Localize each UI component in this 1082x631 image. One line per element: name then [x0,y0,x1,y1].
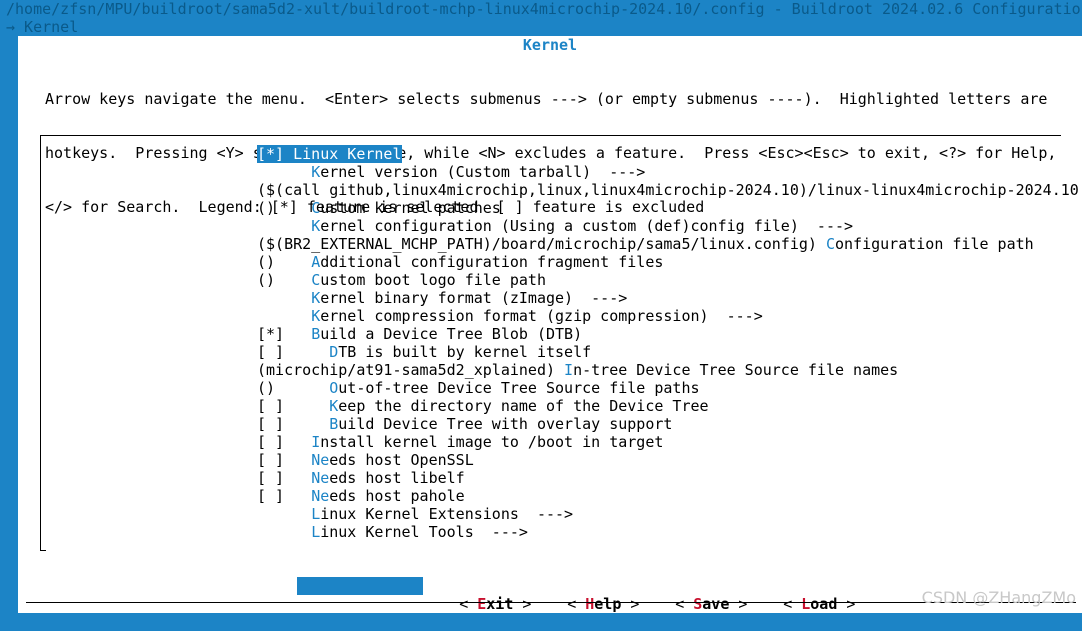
menu-item-label: ernel configuration (Using a custom (def… [320,217,853,235]
menu-item-hotkey: B [311,325,320,343]
menu-item[interactable]: Kernel version (Custom tarball) ---> [257,163,645,181]
menu-item-prefix: [ ] [257,469,311,487]
menu-item-hotkey: Ne [311,469,329,487]
menu-item-prefix [257,523,311,541]
menu-item-label: ustom kernel patches [320,199,501,217]
menu-item-hotkey: C [311,271,320,289]
menu-item[interactable]: [ ] Keep the directory name of the Devic… [257,397,709,415]
menu-item-hotkey: L [293,145,302,163]
menu-item-hotkey: K [329,397,338,415]
menu-item[interactable]: () Out-of-tree Device Tree Source file p… [257,379,700,397]
menu-item-label: onfiguration file path [835,235,1034,253]
menu-item-prefix: () [257,199,311,217]
menu-item-label: eds host pahole [329,487,464,505]
menu-item[interactable]: [ ] Needs host libelf [257,469,465,487]
menu-item-prefix [257,217,311,235]
menu-item-hotkey: K [311,163,320,181]
window-backtitle: /home/zfsn/MPU/buildroot/sama5d2-xult/bu… [6,0,1081,18]
menu-item-prefix [257,505,311,523]
menu-item-hotkey: C [826,235,835,253]
menu-item-prefix: [ ] [257,415,329,433]
menu-item[interactable]: Linux Kernel Tools ---> [257,523,528,541]
menu-item-prefix [257,163,311,181]
menu-item-label: inux Kernel [302,145,401,163]
menu-item-label: eds host libelf [329,469,464,487]
menu-item-label: uild a Device Tree Blob (DTB) [320,325,582,343]
instruction-line: Arrow keys navigate the menu. <Enter> se… [45,90,1056,108]
menu-item-prefix: [*] [257,325,311,343]
menu-item-prefix: ($(BR2_EXTERNAL_MCHP_PATH)/board/microch… [257,235,826,253]
menu-item[interactable]: Kernel configuration (Using a custom (de… [257,217,853,235]
menu-item[interactable]: [ ] Install kernel image to /boot in tar… [257,433,663,451]
menu-item-hotkey: L [311,505,320,523]
menu-list: [*] Linux Kernel Kernel version (Custom … [40,135,1061,551]
menu-item[interactable]: [*] Build a Device Tree Blob (DTB) [257,325,582,343]
menu-item-prefix: () [257,253,311,271]
menu-item-hotkey: Ne [311,451,329,469]
menu-item-prefix: (microchip/at91-sama5d2_xplained) [257,361,564,379]
menu-item-label: nstall kernel image to /boot in target [320,433,663,451]
menu-item-hotkey: C [311,199,320,217]
menu-item-hotkey: A [311,253,320,271]
menu-item-prefix [257,289,311,307]
menu-item-label: TB is built by kernel itself [338,343,591,361]
menu-item[interactable]: ($(call github,linux4microchip,linux,lin… [257,181,1079,199]
menu-item-prefix: [ ] [257,487,311,505]
menu-item-hotkey: D [329,343,338,361]
menu-item[interactable]: (microchip/at91-sama5d2_xplained) In-tre… [257,361,898,379]
dialog-title: Kernel [18,36,1082,54]
menu-item-label: n-tree Device Tree Source file names [573,361,898,379]
divider [26,602,1076,603]
menu-item-label: ernel compression format (gzip compressi… [320,307,763,325]
watermark: CSDN @ZHangZMo [922,588,1076,607]
menu-item[interactable]: [ ] Needs host pahole [257,487,465,505]
menu-item-hotkey: L [311,523,320,541]
menu-item[interactable]: () Additional configuration fragment fil… [257,253,663,271]
menu-item-prefix: ($(call github,linux4microchip,linux,lin… [257,181,1079,199]
menu-item-hotkey: K [311,289,320,307]
menu-item-label: dditional configuration fragment files [320,253,663,271]
menu-item-hotkey: K [311,217,320,235]
menu-item-hotkey: O [329,379,338,397]
menu-item[interactable]: () Custom boot logo file path [257,271,546,289]
menu-item-label: inux Kernel Extensions ---> [320,505,573,523]
menu-item[interactable]: ($(BR2_EXTERNAL_MCHP_PATH)/board/microch… [257,235,1034,253]
menu-item-label: inux Kernel Tools ---> [320,523,528,541]
menu-item-prefix: () [257,271,311,289]
menu-item[interactable]: [ ] Build Device Tree with overlay suppo… [257,415,672,433]
menu-item[interactable]: () Custom kernel patches [257,199,501,217]
menu-item-hotkey: K [311,307,320,325]
menu-item[interactable]: Kernel compression format (gzip compress… [257,307,763,325]
menu-item[interactable]: [ ] Needs host OpenSSL [257,451,474,469]
menu-item-label: ernel binary format (zImage) ---> [320,289,627,307]
menu-item-prefix: [ ] [257,343,329,361]
menu-item-hotkey: Ne [311,487,329,505]
load-button[interactable]: < Load > [729,577,855,595]
menu-item-prefix: [*] [257,145,293,163]
menu-item-prefix: [ ] [257,433,311,451]
menu-item-prefix: [ ] [257,451,311,469]
menu-item-prefix [257,307,311,325]
menu-item-prefix: () [257,379,329,397]
menu-item[interactable]: [ ] DTB is built by kernel itself [257,343,591,361]
menu-item[interactable]: Kernel binary format (zImage) ---> [257,289,627,307]
menu-item-label: eep the directory name of the Device Tre… [338,397,708,415]
menu-item[interactable]: Linux Kernel Extensions ---> [257,505,573,523]
menu-item-label: eds host OpenSSL [329,451,474,469]
menu-item-prefix: [ ] [257,397,329,415]
menuconfig-dialog: Kernel Arrow keys navigate the menu. <En… [18,36,1082,613]
breadcrumb: → Kernel [6,18,78,36]
menu-item[interactable]: [*] Linux Kernel [257,145,402,163]
menu-item-hotkey: B [329,415,338,433]
menu-item-hotkey: I [564,361,573,379]
menu-item-label: uild Device Tree with overlay support [338,415,672,433]
menu-item-label: ernel version (Custom tarball) ---> [320,163,645,181]
menu-item-hotkey: I [311,433,320,451]
menu-item-label: ustom boot logo file path [320,271,546,289]
menu-item-label: ut-of-tree Device Tree Source file paths [338,379,699,397]
